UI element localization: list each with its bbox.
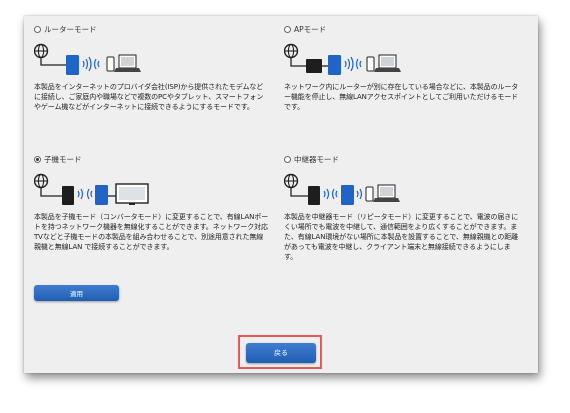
mode-router: ルーターモード 本製品をインターネットのプロバイダ会社(ISP)から提供されたモ… xyxy=(34,22,274,142)
mode-router-description: 本製品をインターネットのプロバイダ会社(ISP)から提供されたモデムなどに接続し… xyxy=(34,83,264,111)
laptop-icon xyxy=(374,54,401,72)
mode-repeater-description: 本製品を中継器モード（リピータモード）に変更することで、電波の届きにくい場所でも… xyxy=(284,213,519,261)
back-button[interactable]: 戻る xyxy=(246,343,316,363)
mode-ap-option[interactable]: APモード xyxy=(284,22,326,36)
router-mode-diagram xyxy=(34,43,141,75)
mode-ap-description: ネットワーク内にルーターが別に存在している場合などに、本製品のルーター機能を停止… xyxy=(284,83,519,111)
mode-child-option[interactable]: 子機モード xyxy=(34,152,82,166)
mode-repeater: 中継器モード 本製品を中継器モード（リピータモード）に変更することで、電波の届き… xyxy=(284,152,529,282)
radio-button-selected[interactable] xyxy=(34,155,41,163)
mode-repeater-label: 中継器モード xyxy=(294,154,339,164)
mode-child-description: 本製品を子機モード（コンバータモード）に変更することで、有線LANポートを持つネ… xyxy=(34,213,269,251)
existing-router-icon xyxy=(306,59,322,73)
router-device-icon xyxy=(66,55,79,75)
mode-ap: APモード ネットワーク内にルーターが別に存在している場合などに、本製品のルータ… xyxy=(284,22,529,142)
router-device-icon xyxy=(341,185,354,205)
globe-icon xyxy=(34,43,66,66)
laptop-icon xyxy=(114,54,141,72)
mode-child-label: 子機モード xyxy=(44,154,82,164)
smartphone-icon xyxy=(365,186,374,202)
ap-mode-diagram xyxy=(284,43,401,75)
repeater-mode-diagram xyxy=(284,173,400,205)
apply-button[interactable]: 適用 xyxy=(34,285,119,301)
router-device-icon xyxy=(95,185,108,205)
wifi-waves-icon xyxy=(77,188,93,200)
globe-icon xyxy=(34,173,62,197)
mode-router-option[interactable]: ルーターモード xyxy=(34,22,97,36)
existing-router-icon xyxy=(62,186,74,205)
radio-button[interactable] xyxy=(284,155,291,163)
radio-button[interactable] xyxy=(284,25,291,33)
child-mode-diagram xyxy=(34,173,149,205)
router-device-icon xyxy=(328,55,341,75)
wifi-waves-icon xyxy=(344,56,362,72)
radio-button[interactable] xyxy=(34,25,41,33)
wifi-waves-icon xyxy=(82,56,100,72)
smartphone-icon xyxy=(106,56,115,72)
laptop-icon xyxy=(373,184,400,202)
tv-icon xyxy=(115,183,149,205)
globe-icon xyxy=(284,43,306,67)
mode-ap-label: APモード xyxy=(294,24,327,34)
mode-router-label: ルーターモード xyxy=(44,24,97,34)
mode-repeater-option[interactable]: 中継器モード xyxy=(284,152,339,166)
settings-panel: ルーターモード 本製品をインターネットのプロバイダ会社(ISP)から提供されたモ… xyxy=(24,16,538,373)
smartphone-icon xyxy=(366,56,375,72)
globe-icon xyxy=(284,173,308,197)
existing-router-icon xyxy=(308,186,320,205)
mode-child: 子機モード 本製品を子機モード（コンバータモード）に変更することで、有線LANポ… xyxy=(34,152,274,282)
